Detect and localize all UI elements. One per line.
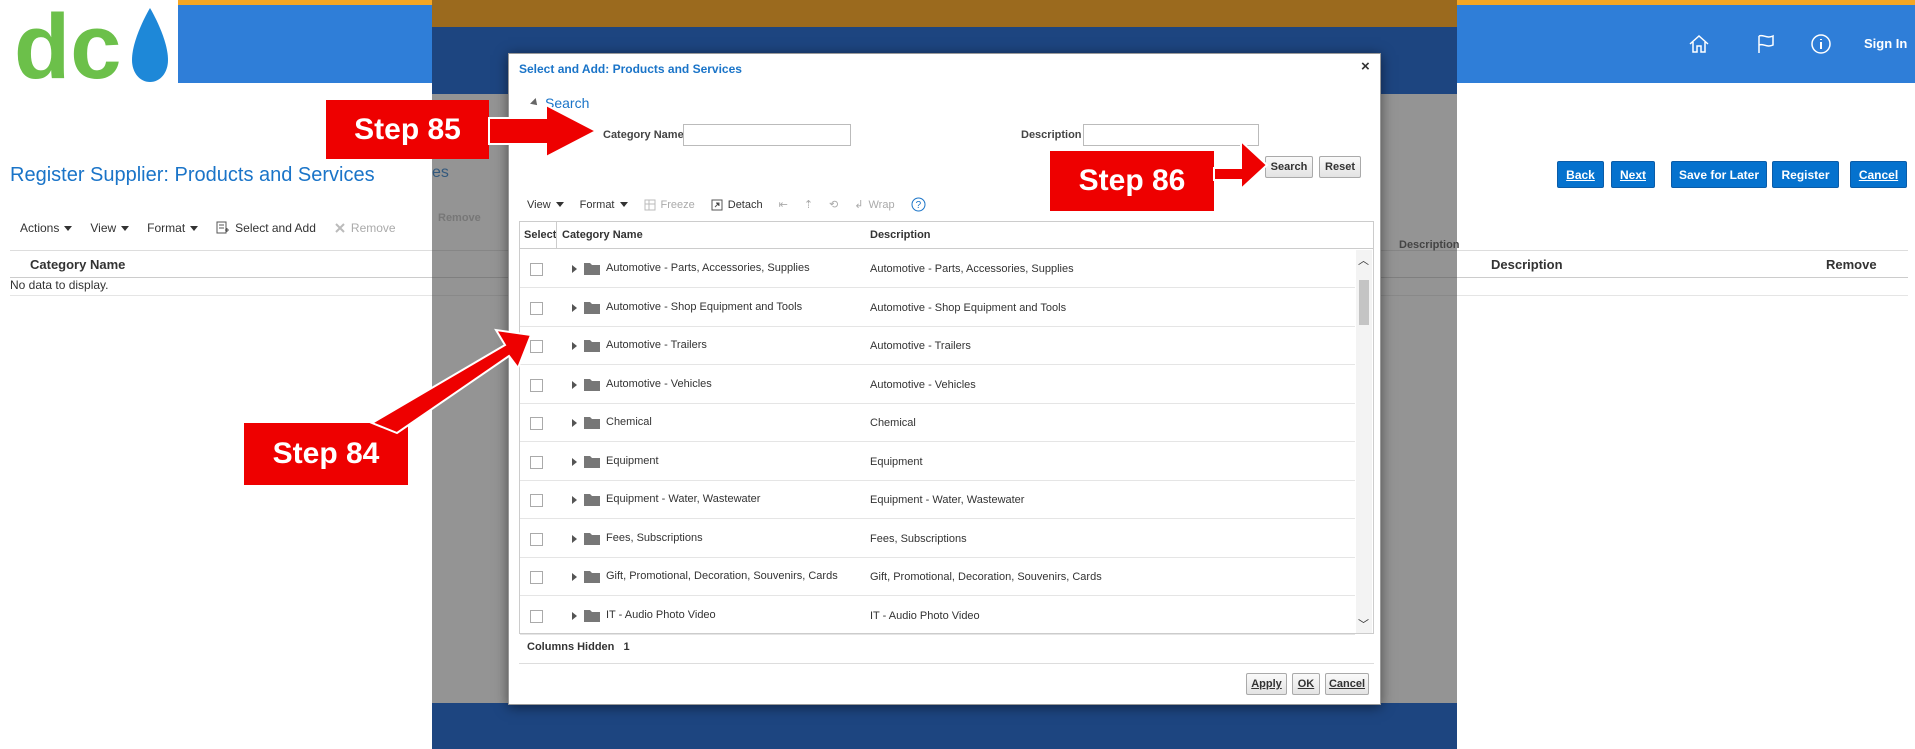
- step-arrows: [369, 103, 1269, 435]
- step-85-arrow: [488, 103, 599, 159]
- step-84-arrow: [369, 328, 533, 435]
- step-86-arrow: [1213, 138, 1269, 192]
